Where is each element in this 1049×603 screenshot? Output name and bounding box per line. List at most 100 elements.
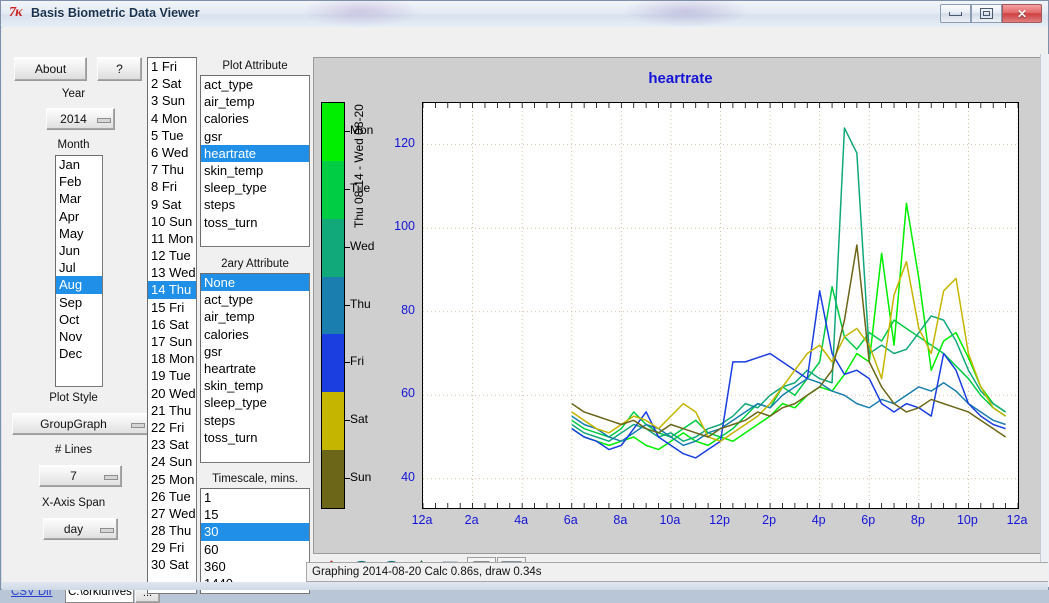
plot-attribute-item[interactable]: act_type (201, 76, 309, 93)
close-button[interactable]: ✕ (1002, 4, 1042, 23)
plot-axes[interactable] (422, 102, 1019, 509)
day-item[interactable]: 4 Mon (148, 110, 196, 127)
day-item[interactable]: 1 Fri (148, 58, 196, 75)
month-item[interactable]: Sep (56, 294, 102, 311)
plot-style-dropdown[interactable]: GroupGraph (12, 413, 149, 435)
day-item[interactable]: 10 Sun (148, 213, 196, 230)
day-item[interactable]: 13 Wed (148, 264, 196, 281)
secondary-attribute-item[interactable]: gsr (201, 343, 309, 360)
plot-attribute-item[interactable]: heartrate (201, 144, 309, 162)
day-item[interactable]: 11 Mon (148, 230, 196, 247)
tk-logo-icon: 7 κ (9, 5, 23, 20)
about-button[interactable]: About (14, 57, 87, 81)
right-scrollbar[interactable] (1040, 54, 1049, 587)
month-item[interactable]: Apr (56, 208, 102, 225)
colorbar-label: Wed (350, 238, 375, 253)
y-axis-tick-label: 40 (401, 469, 415, 484)
day-item[interactable]: 23 Sat (148, 436, 196, 453)
x-axis-tick-label: 4p (811, 513, 826, 527)
day-item[interactable]: 16 Sat (148, 316, 196, 333)
secondary-attribute-item[interactable]: toss_turn (201, 429, 309, 446)
plot-attribute-item[interactable]: gsr (201, 128, 309, 145)
day-item[interactable]: 2 Sat (148, 75, 196, 92)
secondary-attribute-listbox[interactable]: None act_type air_temp calories gsr heartrate… (200, 273, 310, 463)
day-item[interactable]: 15 Fri (148, 299, 196, 316)
month-item[interactable]: Dec (56, 345, 102, 362)
maximize-button[interactable] (971, 4, 1002, 23)
month-item[interactable]: Mar (56, 190, 102, 207)
month-item[interactable]: Nov (56, 328, 102, 345)
day-item[interactable]: 21 Thu (148, 402, 196, 419)
day-item[interactable]: 14 Thu (148, 281, 196, 299)
timescale-item[interactable]: 1 (201, 489, 309, 506)
secondary-attribute-item[interactable]: calories (201, 326, 309, 343)
xaxis-span-dropdown[interactable]: day (43, 518, 118, 540)
x-axis-tick-label: 2p (762, 513, 777, 527)
year-label: Year (61, 88, 86, 100)
secondary-attribute-item[interactable]: act_type (201, 291, 309, 308)
day-item[interactable]: 28 Thu (148, 522, 196, 539)
month-item[interactable]: Aug (56, 276, 102, 294)
month-item[interactable]: Jan (56, 156, 102, 173)
day-item[interactable]: 22 Fri (148, 419, 196, 436)
secondary-attribute-item[interactable]: None (201, 274, 309, 292)
day-item[interactable]: 24 Sun (148, 453, 196, 470)
minimize-button[interactable] (940, 4, 971, 23)
day-item[interactable]: 26 Tue (148, 488, 196, 505)
plot-title: heartrate (648, 70, 713, 87)
plot-attribute-item[interactable]: toss_turn (201, 214, 309, 231)
plot-attribute-item[interactable]: air_temp (201, 93, 309, 110)
day-item[interactable]: 17 Sun (148, 333, 196, 350)
timescale-item[interactable]: 360 (201, 558, 309, 575)
secondary-attribute-item[interactable]: air_temp (201, 308, 309, 325)
day-item[interactable]: 30 Sat (148, 556, 196, 573)
month-item[interactable]: Feb (56, 173, 102, 190)
timescale-item[interactable]: 60 (201, 541, 309, 558)
client-area: About ? Year 2014 Month Jan Feb Mar Apr May J… (2, 27, 1049, 603)
colorbar-segment (322, 334, 344, 393)
timescale-item[interactable]: 15 (201, 506, 309, 523)
month-item[interactable]: Jun (56, 242, 102, 259)
month-item[interactable]: Oct (56, 311, 102, 328)
day-item[interactable]: 6 Wed (148, 144, 196, 161)
secondary-attribute-item[interactable]: sleep_type (201, 394, 309, 411)
plot-attribute-item[interactable]: skin_temp (201, 162, 309, 179)
day-item[interactable]: 18 Mon (148, 350, 196, 367)
num-lines-label: # Lines (54, 444, 93, 456)
secondary-attribute-item[interactable]: steps (201, 412, 309, 429)
plot-attribute-item[interactable]: sleep_type (201, 179, 309, 196)
plot-attribute-item[interactable]: steps (201, 196, 309, 213)
colorbar-label: Fri (350, 354, 364, 369)
month-listbox[interactable]: Jan Feb Mar Apr May Jun Jul Aug Sep Oct Nov Dec (55, 155, 103, 387)
plot-panel: heartrate Thu 08-14 - Wed 08-20 Mon Tue We… (313, 57, 1046, 554)
day-listbox[interactable]: 1 Fri 2 Sat 3 Sun 4 Mon 5 Tue 6 Wed 7 Thu 8 Fri… (147, 57, 197, 594)
year-dropdown[interactable]: 2014 (46, 108, 115, 130)
colorbar-segment (322, 392, 344, 451)
day-item[interactable]: 8 Fri (148, 178, 196, 195)
day-item[interactable]: 20 Wed (148, 385, 196, 402)
minimize-icon (941, 5, 970, 22)
help-button[interactable]: ? (97, 57, 142, 81)
title-bar: 7 κ Basis Biometric Data Viewer ✕ (1, 1, 1048, 28)
day-item[interactable]: 25 Mon (148, 471, 196, 488)
day-item[interactable]: 27 Wed (148, 505, 196, 522)
day-item[interactable]: 7 Thu (148, 161, 196, 178)
timescale-item[interactable]: 30 (201, 523, 309, 541)
day-item[interactable]: 9 Sat (148, 196, 196, 213)
day-item[interactable]: 3 Sun (148, 92, 196, 109)
day-item[interactable]: 19 Tue (148, 367, 196, 384)
month-item[interactable]: May (56, 225, 102, 242)
colorbar-segment (322, 160, 344, 219)
plot-attribute-item[interactable]: calories (201, 110, 309, 127)
secondary-attribute-item[interactable]: skin_temp (201, 377, 309, 394)
secondary-attribute-item[interactable]: heartrate (201, 360, 309, 377)
titlebar-glow-left (301, 1, 421, 27)
day-item[interactable]: 12 Tue (148, 247, 196, 264)
timescale-listbox[interactable]: 11530603601440 (200, 488, 310, 594)
colorbar-label: Sun (350, 470, 372, 485)
day-item[interactable]: 5 Tue (148, 127, 196, 144)
plot-attribute-listbox[interactable]: act_type air_temp calories gsr heartrate skin… (200, 75, 310, 247)
day-item[interactable]: 29 Fri (148, 539, 196, 556)
month-item[interactable]: Jul (56, 259, 102, 276)
num-lines-dropdown[interactable]: 7 (39, 465, 122, 487)
